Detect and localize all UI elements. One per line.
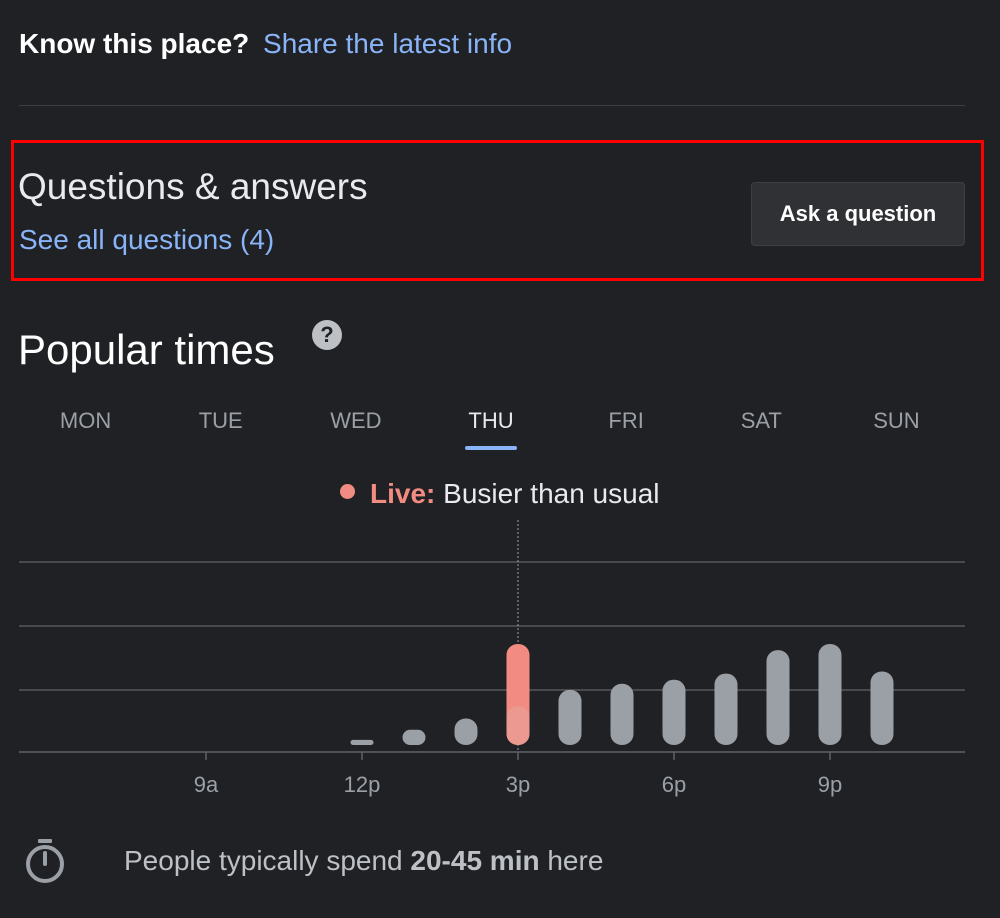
know-this-place: Know this place? Share the latest info — [19, 28, 512, 60]
popular-times-chart: 9a 12p 3p 6p 9p — [19, 520, 965, 797]
bar — [766, 650, 790, 745]
tab-sun[interactable]: SUN — [829, 408, 964, 448]
see-all-questions-link[interactable]: See all questions (4) — [19, 224, 274, 256]
bar — [402, 729, 426, 745]
tab-wed[interactable]: WED — [288, 408, 423, 448]
bar — [662, 679, 686, 745]
tab-mon[interactable]: MON — [18, 408, 153, 448]
bar — [818, 644, 842, 745]
x-tick-label: 9p — [818, 772, 842, 797]
tab-thu[interactable]: THU — [423, 408, 558, 448]
bar — [454, 718, 478, 745]
divider — [19, 105, 965, 106]
ask-question-button[interactable]: Ask a question — [751, 182, 965, 246]
qa-title: Questions & answers — [18, 166, 368, 207]
bar — [610, 683, 634, 745]
bar — [558, 689, 582, 745]
tab-fri[interactable]: FRI — [559, 408, 694, 448]
bar — [350, 739, 374, 745]
popular-times-title: Popular times — [18, 326, 275, 373]
know-question: Know this place? — [19, 28, 250, 59]
help-icon[interactable]: ? — [312, 320, 342, 350]
live-status: Live: Busier than usual — [340, 478, 660, 510]
bar — [870, 671, 894, 745]
bar — [714, 673, 738, 745]
x-tick-label: 9a — [194, 772, 219, 797]
time-spent: People typically spend 20-45 min here — [24, 838, 603, 884]
timer-icon — [26, 839, 64, 883]
live-text: Busier than usual — [443, 478, 660, 509]
usual-bar-live-hour — [506, 706, 530, 745]
tab-tue[interactable]: TUE — [153, 408, 288, 448]
x-tick-label: 12p — [344, 772, 381, 797]
live-label: Live: — [370, 478, 436, 509]
time-spent-text: People typically spend 20-45 min here — [124, 845, 604, 876]
x-tick-label: 6p — [662, 772, 686, 797]
day-tabs: MON TUE WED THU FRI SAT SUN — [18, 408, 964, 448]
tab-sat[interactable]: SAT — [694, 408, 829, 448]
live-dot-icon — [340, 484, 355, 499]
share-latest-info-link[interactable]: Share the latest info — [263, 28, 512, 59]
x-tick-label: 3p — [506, 772, 530, 797]
